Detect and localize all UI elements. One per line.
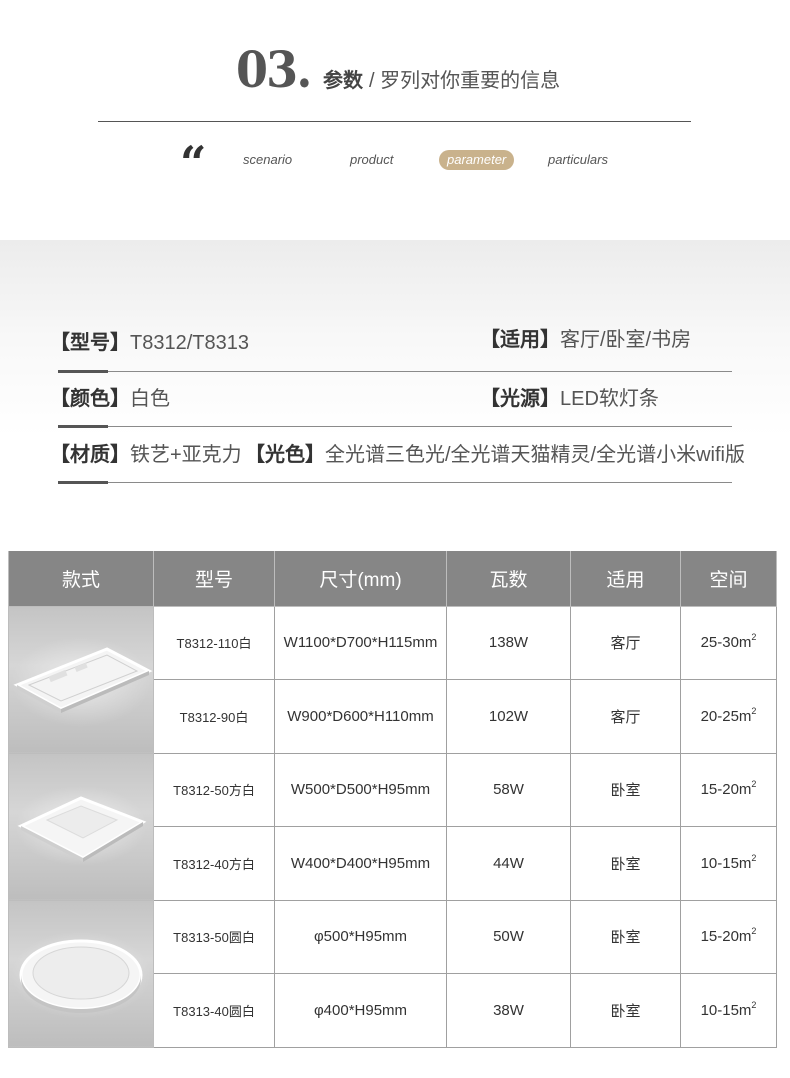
cell-space: 15-20m2 <box>680 899 777 974</box>
cell-model: T8313-50圆白 <box>153 899 275 974</box>
param-divider <box>58 371 732 372</box>
cell-space-value: 15-20m <box>700 928 752 946</box>
cell-use: 客厅 <box>570 679 681 754</box>
cell-model: T8312-40方白 <box>153 826 275 901</box>
header-use: 适用 <box>570 551 681 607</box>
cell-model: T8312-110白 <box>153 605 275 680</box>
cell-space-unit: 2 <box>751 632 757 643</box>
cell-watt: 50W <box>446 899 571 974</box>
lamp-image-round <box>8 899 154 1048</box>
param-color-value: 白色 <box>130 388 170 410</box>
param-light-source: 【光源】LED软灯条 <box>480 384 659 414</box>
table-row: T8312-50方白 W500*D500*H95mm 58W 卧室 15-20m… <box>8 752 777 901</box>
param-model-value: T8312/T8313 <box>130 332 249 354</box>
cell-space-value: 15-20m <box>700 781 752 799</box>
param-marker <box>58 425 108 428</box>
cell-size: φ400*H95mm <box>274 973 447 1048</box>
param-light-color-value: 全光谱三色光/全光谱天猫精灵/全光谱小米wifi版 <box>325 444 745 466</box>
cell-watt: 138W <box>446 605 571 680</box>
header-size: 尺寸(mm) <box>274 551 447 607</box>
cell-space-unit: 2 <box>751 999 757 1010</box>
param-light-source-value: LED软灯条 <box>560 388 659 410</box>
param-marker <box>58 481 108 484</box>
section-number: 03. <box>236 40 312 99</box>
cell-space-value: 10-15m <box>700 854 752 872</box>
param-divider <box>58 482 732 483</box>
cell-space: 20-25m2 <box>680 679 777 754</box>
header-space: 空间 <box>680 551 777 607</box>
param-light-color-key: 【光色】 <box>245 444 325 466</box>
nav-particulars[interactable]: particulars <box>548 150 608 170</box>
header-divider <box>98 121 691 122</box>
cell-space-unit: 2 <box>751 705 757 716</box>
cell-watt: 58W <box>446 752 571 827</box>
nav-parameter[interactable]: parameter <box>439 150 515 170</box>
param-marker <box>58 370 108 373</box>
square-lamp-image <box>15 785 147 866</box>
cell-space-unit: 2 <box>751 779 757 790</box>
cell-use: 卧室 <box>570 752 681 827</box>
quote-icon: “ <box>180 136 207 190</box>
cell-space-value: 20-25m <box>700 707 752 725</box>
cell-size: W500*D500*H95mm <box>274 752 447 827</box>
cell-space-value: 25-30m <box>700 634 752 652</box>
param-model-key: 【型号】 <box>50 332 130 354</box>
cell-size: W1100*D700*H115mm <box>274 605 447 680</box>
cell-model: T8312-50方白 <box>153 752 275 827</box>
cell-model: T8312-90白 <box>153 679 275 754</box>
header-style: 款式 <box>8 551 154 607</box>
param-material-value: 铁艺+亚克力 <box>130 444 242 466</box>
cell-size: W900*D600*H110mm <box>274 679 447 754</box>
rect-lamp-image <box>11 636 153 727</box>
param-light-color: 【光色】全光谱三色光/全光谱天猫精灵/全光谱小米wifi版 <box>245 440 745 470</box>
header-model: 型号 <box>153 551 275 607</box>
lamp-image-square <box>8 752 154 901</box>
param-divider <box>58 426 732 427</box>
params-section: 【型号】T8312/T8313 【适用】客厅/卧室/书房 【颜色】白色 【光源】… <box>0 240 790 520</box>
cell-use: 卧室 <box>570 899 681 974</box>
cell-size: W400*D400*H95mm <box>274 826 447 901</box>
cell-model: T8313-40圆白 <box>153 973 275 1048</box>
section-subtitle: / 罗列对你重要的信息 <box>369 70 561 92</box>
cell-use: 卧室 <box>570 826 681 901</box>
param-model: 【型号】T8312/T8313 <box>50 328 249 358</box>
param-color-key: 【颜色】 <box>50 388 130 410</box>
cell-use: 客厅 <box>570 605 681 680</box>
nav-scenario[interactable]: scenario <box>243 150 292 170</box>
cell-space-value: 10-15m <box>700 1001 752 1019</box>
cell-space-unit: 2 <box>751 926 757 937</box>
table-row: T8312-110白 W1100*D700*H115mm 138W 客厅 25-… <box>8 605 777 754</box>
spec-table: 款式 型号 尺寸(mm) 瓦数 适用 空间 T8312-110白 W1100*D… <box>8 551 777 1048</box>
param-material: 【材质】铁艺+亚克力 <box>50 440 242 470</box>
cell-space: 10-15m2 <box>680 826 777 901</box>
cell-size: φ500*H95mm <box>274 899 447 974</box>
param-use-key: 【适用】 <box>480 329 560 351</box>
section-title: 参数 <box>323 70 363 92</box>
param-color: 【颜色】白色 <box>50 384 170 414</box>
header-watt: 瓦数 <box>446 551 571 607</box>
cell-space: 25-30m2 <box>680 605 777 680</box>
table-header-row: 款式 型号 尺寸(mm) 瓦数 适用 空间 <box>8 551 777 607</box>
cell-space-unit: 2 <box>751 852 757 863</box>
param-use: 【适用】客厅/卧室/书房 <box>480 325 691 355</box>
cell-watt: 102W <box>446 679 571 754</box>
table-row: T8313-50圆白 φ500*H95mm 50W 卧室 15-20m2 <box>8 899 777 1048</box>
param-light-source-key: 【光源】 <box>480 388 560 410</box>
cell-watt: 44W <box>446 826 571 901</box>
round-lamp-image <box>11 930 151 1019</box>
lamp-image-rectangle-large <box>8 605 154 754</box>
nav-product[interactable]: product <box>350 150 393 170</box>
param-material-key: 【材质】 <box>50 444 130 466</box>
cell-space: 15-20m2 <box>680 752 777 827</box>
cell-watt: 38W <box>446 973 571 1048</box>
title-row: 03. 参数 / 罗列对你重要的信息 <box>236 40 560 100</box>
param-use-value: 客厅/卧室/书房 <box>560 329 692 351</box>
section-header: 03. 参数 / 罗列对你重要的信息 “ scenario product pa… <box>0 0 790 240</box>
cell-space: 10-15m2 <box>680 973 777 1048</box>
cell-use: 卧室 <box>570 973 681 1048</box>
